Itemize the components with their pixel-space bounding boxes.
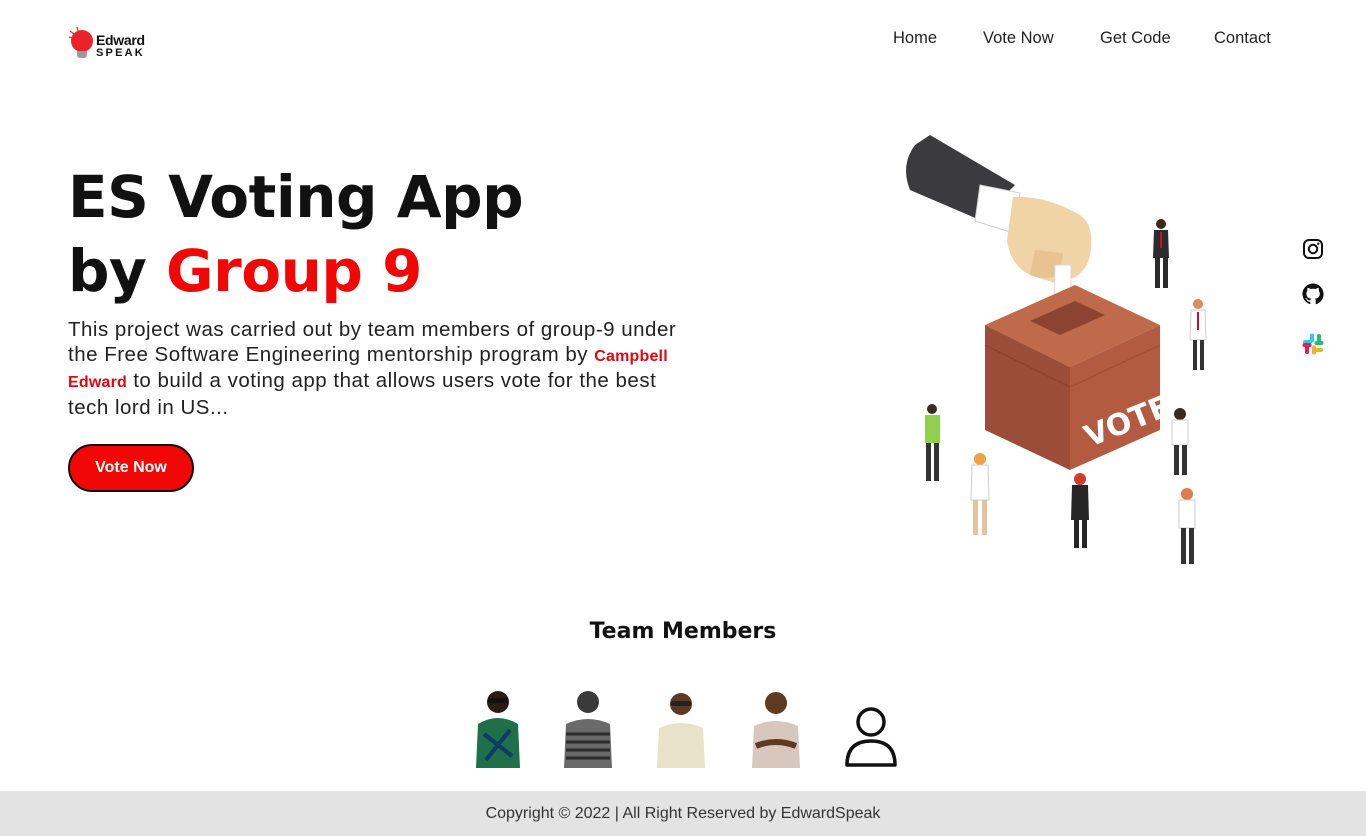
github-icon[interactable]: [1301, 282, 1325, 306]
person-right-1: [1171, 408, 1189, 475]
logo-bulb-base: [77, 51, 87, 58]
voting-illustration: VOTE: [906, 135, 1207, 564]
hero-title-group: Group 9: [166, 237, 422, 305]
logo-bulb: [71, 30, 93, 52]
nav-vote-now[interactable]: Vote Now: [983, 29, 1054, 48]
brand-logo[interactable]: Edward SPEAK: [67, 27, 157, 63]
person-dark: [1071, 473, 1089, 548]
slack-icon[interactable]: [1301, 332, 1325, 356]
vote-now-button[interactable]: Vote Now: [68, 444, 194, 492]
person-white-shirt: [1189, 299, 1207, 370]
hero-text-before: This project was carried out by team mem…: [68, 318, 677, 366]
copyright-text: Copyright © 2022 | All Right Reserved by…: [485, 804, 881, 822]
person-green: [925, 404, 940, 481]
hero-title-line1: ES Voting App: [68, 163, 524, 231]
person-right-2: [1178, 488, 1196, 564]
team-members-heading: Team Members: [589, 619, 777, 644]
member-photo: [564, 691, 612, 768]
ballot-box: VOTE: [984, 285, 1175, 470]
nav-contact[interactable]: Contact: [1214, 29, 1271, 48]
hero-text-after: to build a voting app that allows users …: [68, 369, 657, 419]
footer: Copyright © 2022 | All Right Reserved by…: [0, 791, 1366, 836]
person-suit: [1153, 219, 1169, 288]
member-photo: [657, 693, 705, 768]
hero-title: ES Voting App by Group 9: [68, 160, 524, 308]
brand-name-top: Edward: [96, 32, 145, 48]
person-orange-hair: [970, 453, 990, 535]
member-photo: [476, 691, 520, 768]
nav-home[interactable]: Home: [893, 29, 937, 48]
nav-get-code[interactable]: Get Code: [1100, 29, 1171, 48]
brand-name-bottom: SPEAK: [96, 47, 145, 59]
user-placeholder-icon: [845, 707, 897, 767]
member-photo: [752, 692, 800, 768]
instagram-icon[interactable]: [1301, 237, 1325, 261]
hero-title-by: by: [68, 237, 167, 305]
hero-description: This project was carried out by team mem…: [68, 318, 688, 420]
